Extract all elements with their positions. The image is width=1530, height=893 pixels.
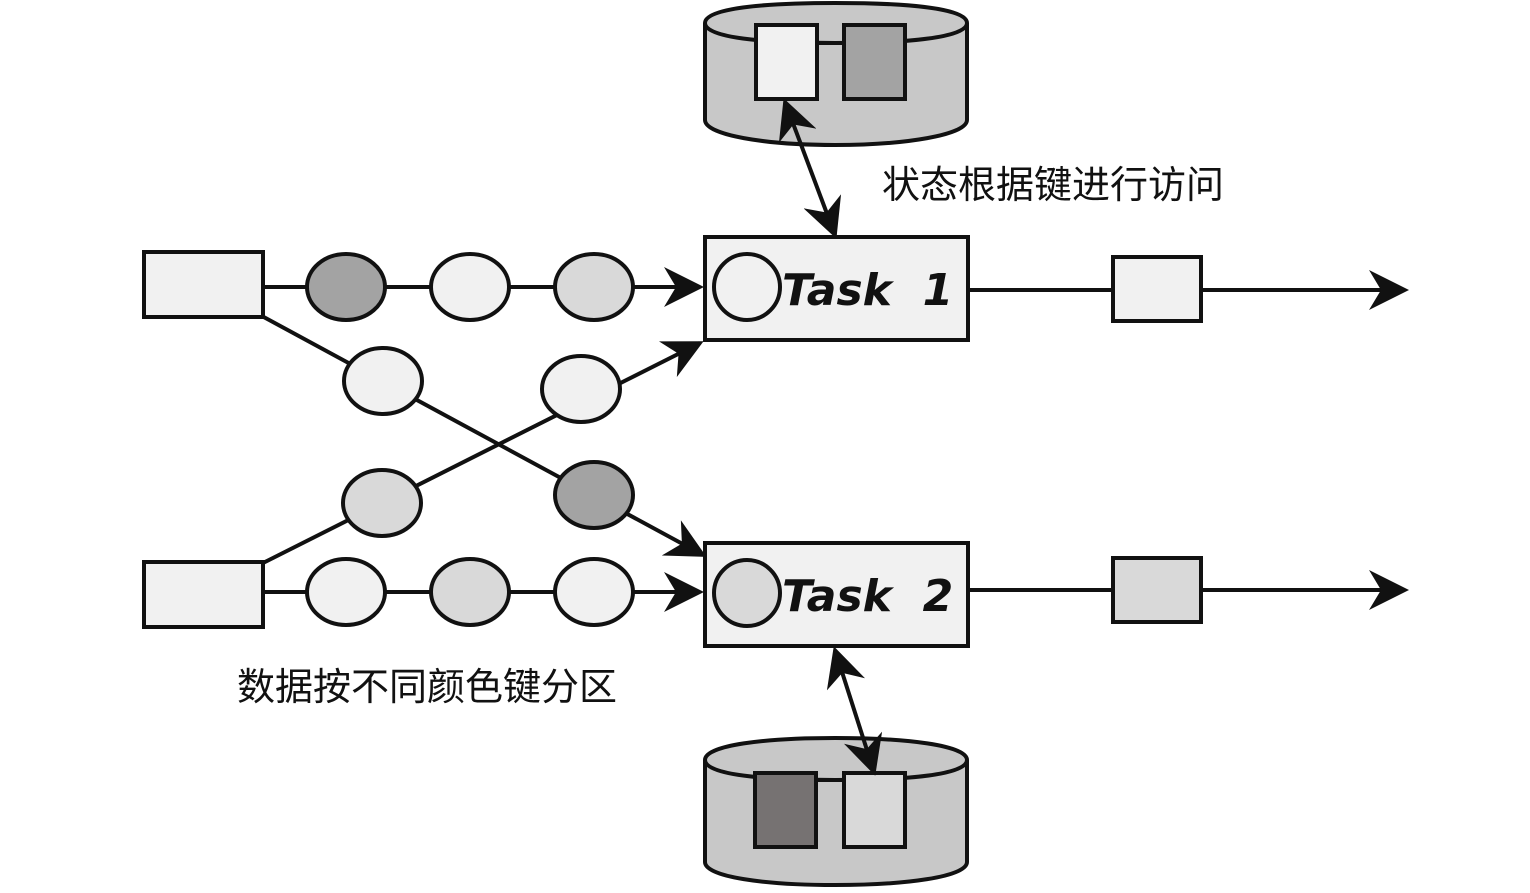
task-2-output-record — [1111, 556, 1203, 624]
event-light-cross-2 — [540, 354, 622, 424]
task-1-label: Task 1 — [782, 265, 953, 316]
bottom-store-body — [703, 735, 969, 888]
event-medium-1 — [553, 252, 635, 322]
event-light-3 — [553, 557, 635, 627]
event-light-1 — [429, 252, 511, 322]
task-1: Task 1 — [703, 235, 970, 342]
stream-events — [305, 252, 635, 627]
event-medium-cross-1 — [341, 468, 423, 538]
input-source-1 — [142, 250, 265, 319]
top-store-key-dark — [842, 23, 907, 101]
task-1-output-record — [1111, 255, 1203, 323]
top-store-body — [703, 0, 969, 148]
task-2-state-indicator — [712, 558, 782, 628]
top-store-key-light — [754, 23, 819, 101]
bottom-store-key-darkest — [753, 771, 818, 849]
input-2-to-task-1-line — [262, 341, 704, 565]
input-1-to-task-2-line — [259, 313, 707, 557]
task-2-label: Task 2 — [782, 571, 953, 622]
bottom-state-store — [703, 735, 969, 888]
input-source-2 — [142, 560, 265, 629]
top-state-store — [703, 0, 969, 148]
event-light-cross-1 — [342, 346, 424, 416]
partition-label: 数据按不同颜色键分区 — [237, 665, 617, 709]
bottom-store-key-medium — [842, 771, 907, 849]
event-light-2 — [305, 557, 387, 627]
task-2: Task 2 — [703, 541, 970, 648]
event-dark-cross-1 — [553, 460, 635, 530]
event-medium-2 — [429, 557, 511, 627]
event-dark-1 — [305, 252, 387, 322]
keyed-state-diagram: Task 1 Task 2 状态根据键进行访问 数据按不同颜色键分区 — [142, 0, 1409, 888]
state-access-label: 状态根据键进行访问 — [882, 163, 1224, 207]
task-1-state-indicator — [712, 252, 782, 322]
